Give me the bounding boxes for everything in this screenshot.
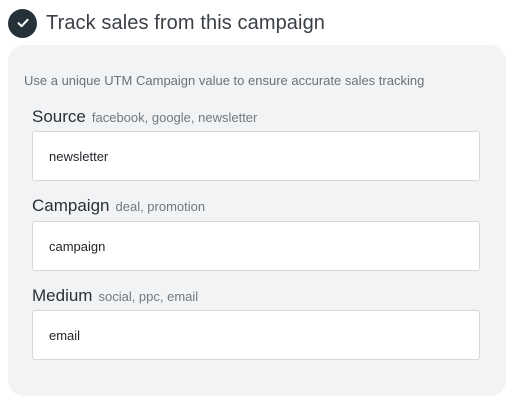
campaign-label: Campaign bbox=[32, 196, 110, 215]
check-icon bbox=[17, 18, 29, 28]
medium-label-row: Medium social, ppc, email bbox=[32, 286, 198, 306]
track-sales-toggle[interactable]: Track sales from this campaign bbox=[8, 8, 325, 38]
medium-input[interactable] bbox=[32, 310, 480, 360]
campaign-label-row: Campaign deal, promotion bbox=[32, 196, 205, 216]
utm-help-text: Use a unique UTM Campaign value to ensur… bbox=[24, 73, 425, 88]
medium-label: Medium bbox=[32, 286, 93, 305]
source-hint: facebook, google, newsletter bbox=[91, 110, 258, 125]
campaign-hint: deal, promotion bbox=[115, 199, 206, 214]
medium-hint: social, ppc, email bbox=[98, 289, 199, 304]
track-sales-label[interactable]: Track sales from this campaign bbox=[46, 12, 325, 35]
source-label: Source bbox=[32, 107, 86, 126]
campaign-input[interactable] bbox=[32, 221, 480, 271]
track-sales-checkbox[interactable] bbox=[8, 8, 37, 38]
source-label-row: Source facebook, google, newsletter bbox=[32, 107, 257, 127]
source-input[interactable] bbox=[32, 131, 480, 181]
